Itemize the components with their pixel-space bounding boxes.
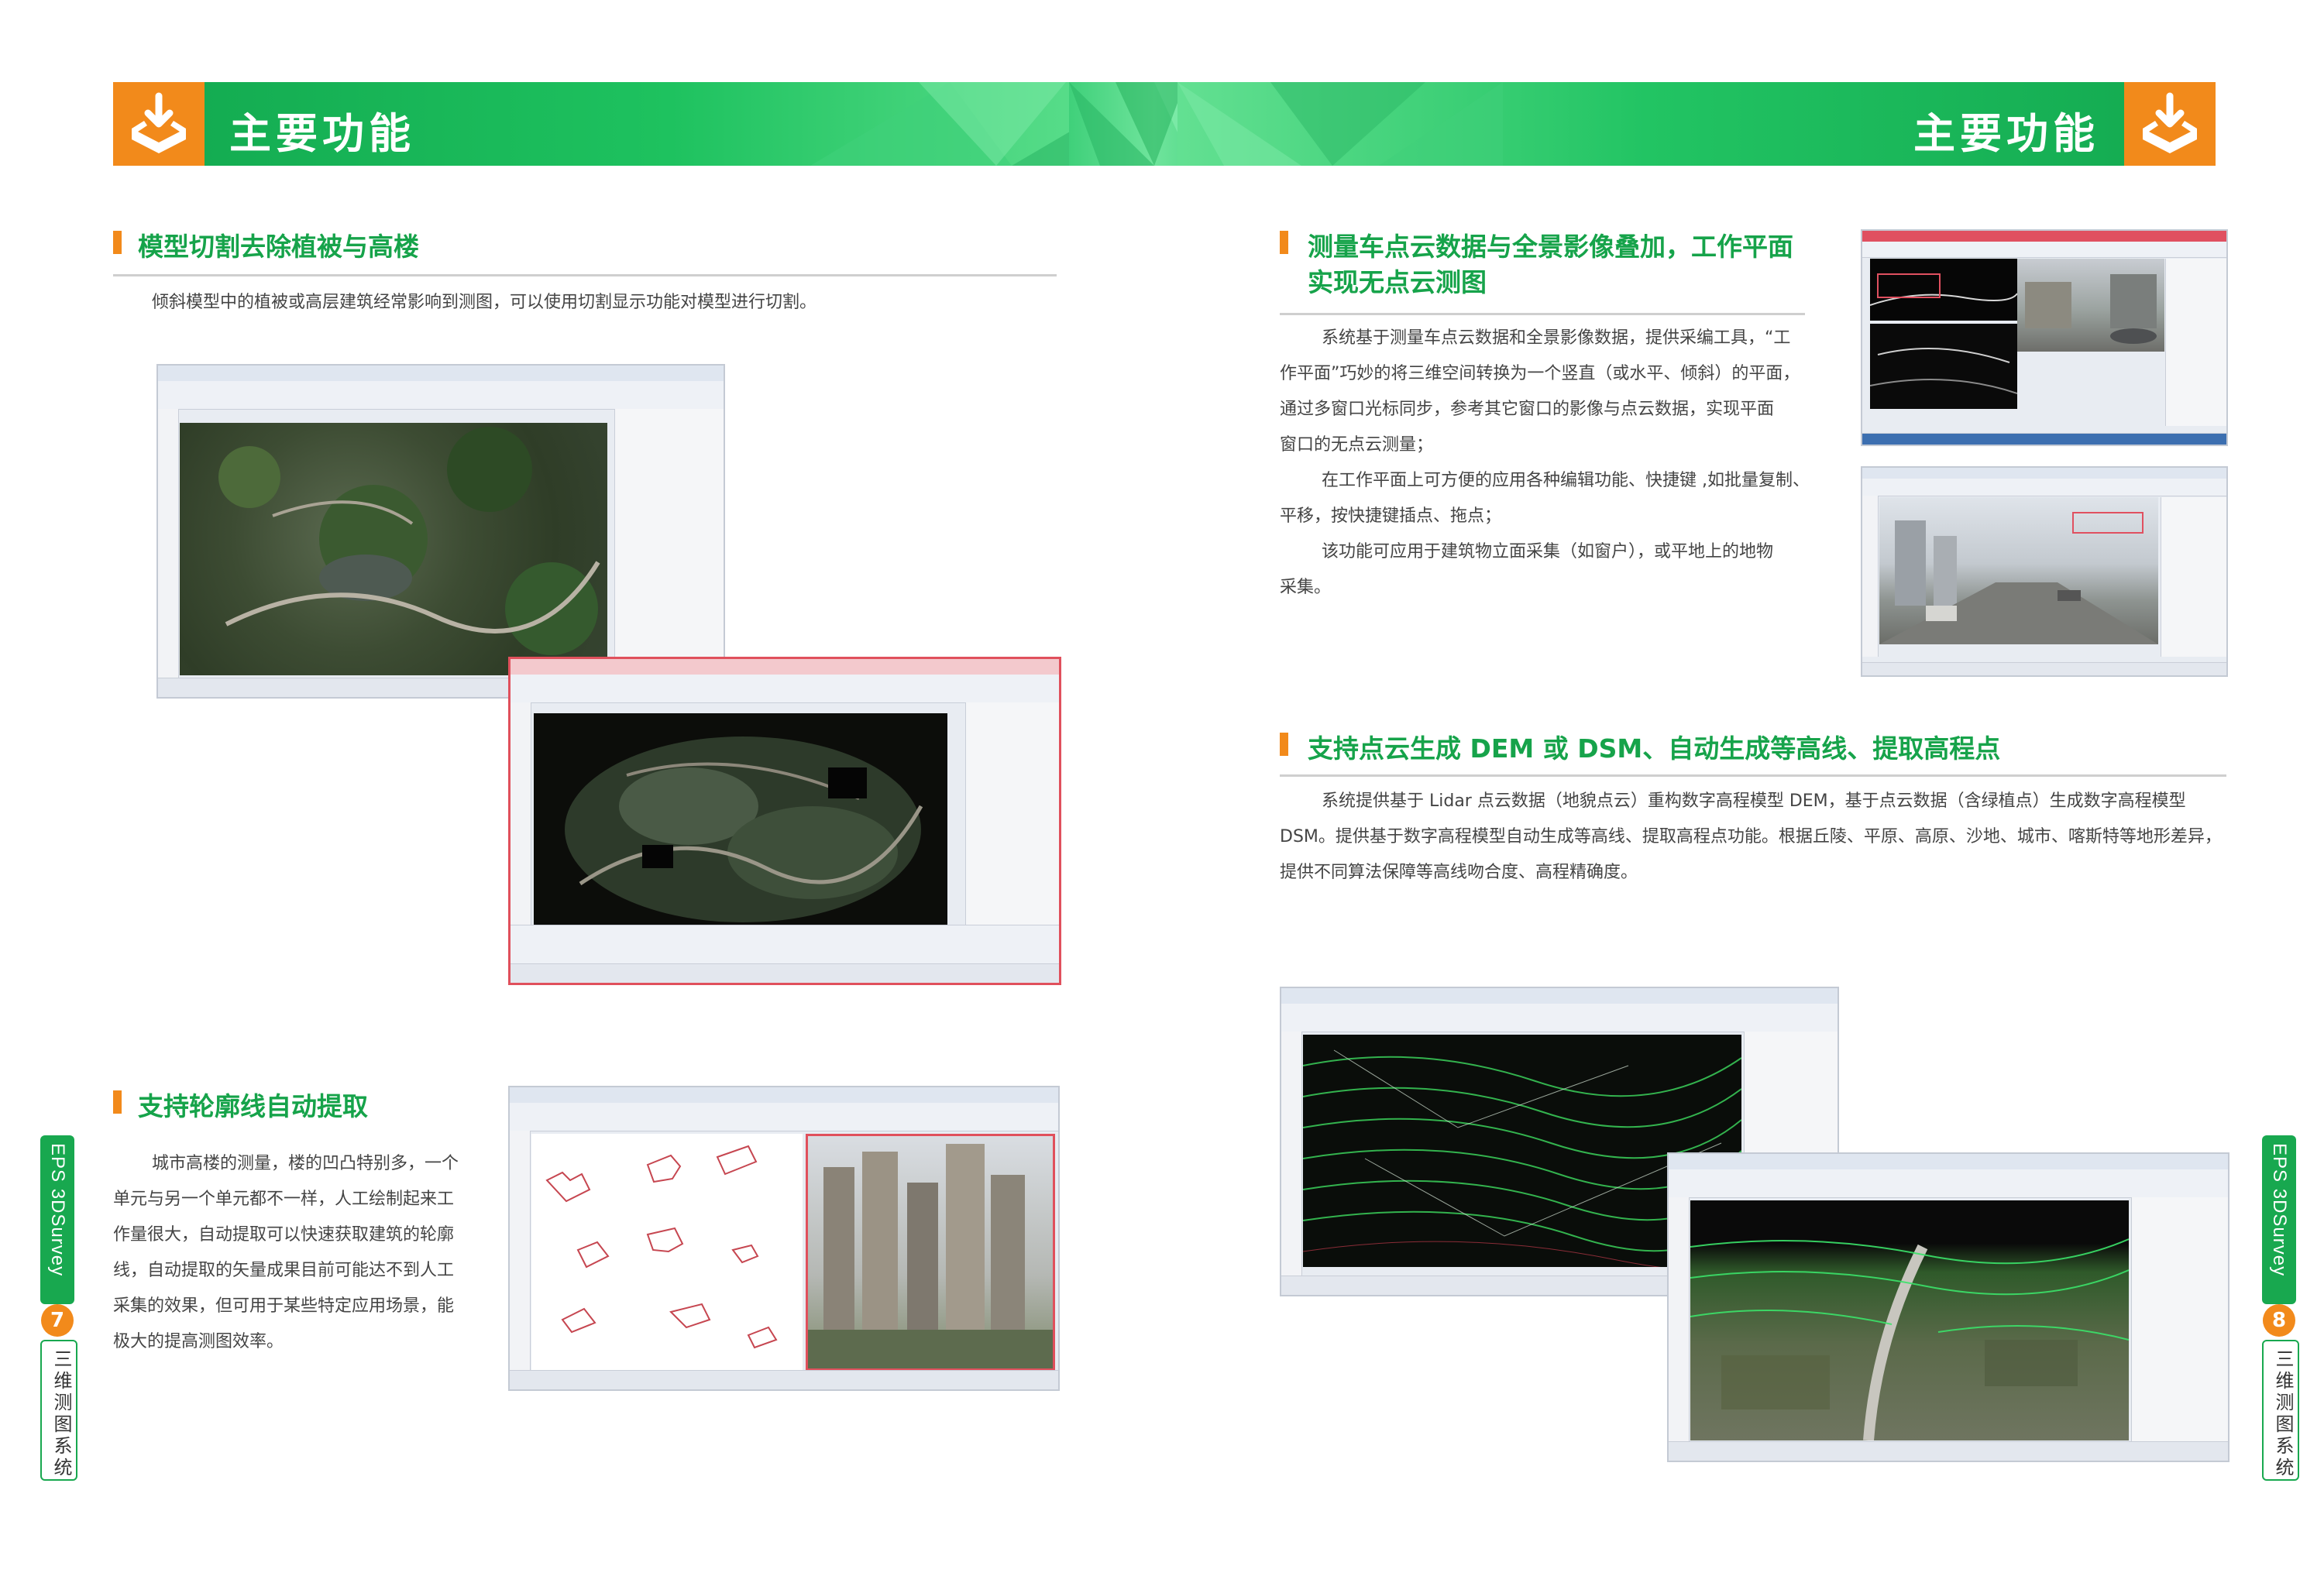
text-line: 在工作平面上可方便的应用各种编辑功能、快捷键 ,如批量复制、 xyxy=(1322,471,1810,490)
section-title-outline-extract: 支持轮廓线自动提取 xyxy=(138,1091,368,1121)
street-view xyxy=(1879,497,2158,644)
header-title-right: 主要功能 xyxy=(1913,109,2099,158)
section-title-model-cut: 模型切割去除植被与高楼 xyxy=(138,232,419,262)
text-line: 该功能可应用于建筑物立面采集（如窗户），或平地上的地物 xyxy=(1322,542,1774,561)
section-divider xyxy=(1280,774,2226,777)
screenshot-point-cloud-panorama xyxy=(1861,229,2228,446)
panorama-view xyxy=(2017,259,2164,352)
text-line: 线，自动提取的矢量成果目前可能达不到人工 xyxy=(113,1261,455,1280)
section-marker xyxy=(113,1090,122,1114)
text-line: 平移，按快捷键插点、拖点； xyxy=(1280,506,1502,526)
point-cloud-view xyxy=(1869,259,2018,321)
text-line: 极大的提高测图效率。 xyxy=(113,1332,284,1351)
section-divider xyxy=(1280,313,1805,315)
side-tab-left: EPS 3DSurvey xyxy=(40,1135,74,1304)
side-tab-subtitle-left: 三维测图系统 xyxy=(40,1340,77,1481)
side-tab-subtitle: 三维测图系统 xyxy=(2272,1349,2294,1479)
text-line: 提供不同算法保障等高线吻合度、高程精确度。 xyxy=(1280,863,1638,882)
text-line: DSM。提供基于数字高程模型自动生成等高线、提取高程点功能。根据丘陵、平原、高原… xyxy=(1280,827,2222,846)
map-viewport xyxy=(180,423,607,675)
point-cloud-view-2 xyxy=(1869,324,2018,409)
page-number-left: 7 xyxy=(41,1304,74,1337)
screenshot-outline-extract xyxy=(508,1086,1060,1391)
text-line: 采集的效果，但可用于某些特定应用场景，能 xyxy=(113,1296,455,1316)
banner-decoration xyxy=(1177,82,1503,166)
side-tab-subtitle: 三维测图系统 xyxy=(50,1349,72,1479)
section-text-point-cloud: 系统基于测量车点云数据和全景影像数据，提供采编工具，“工 作平面”巧妙的将三维空… xyxy=(1280,321,1822,606)
section-title-dem-dsm: 支持点云生成 DEM 或 DSM、自动生成等高线、提取高程点 xyxy=(1308,733,2001,764)
text-line: 作量很大，自动提取可以快速获取建筑的轮廓 xyxy=(113,1225,455,1245)
section-marker xyxy=(1280,733,1288,756)
header-title-left: 主要功能 xyxy=(229,109,415,158)
side-tab-right: EPS 3DSurvey xyxy=(2262,1135,2296,1304)
text-line: 系统提供基于 Lidar 点云数据（地貌点云）重构数字高程模型 DEM，基于点云… xyxy=(1322,791,2186,811)
text-line: 窗口的无点云测量； xyxy=(1280,435,1434,455)
text-line: 通过多窗口光标同步，参考其它窗口的影像与点云数据，实现平面 xyxy=(1280,400,1775,419)
text-line: 单元与另一个单元都不一样，人工绘制起来工 xyxy=(113,1190,455,1209)
section-marker xyxy=(1280,231,1288,254)
header-banner-left: 主要功能 xyxy=(113,82,1128,166)
side-tab-brand: EPS 3DSurvey xyxy=(2269,1143,2290,1277)
text-line: 采集。 xyxy=(1280,578,1332,597)
section-text-outline-extract: 城市高楼的测量，楼的凹凸特别多，一个 单元与另一个单元都不一样，人工绘制起来工 … xyxy=(113,1146,485,1360)
map-viewport xyxy=(534,713,947,938)
header-banner-right: 主要功能 xyxy=(1177,82,2216,166)
vector-viewport xyxy=(531,1134,803,1371)
screenshot-work-plane-street xyxy=(1861,466,2228,677)
dsm-viewport xyxy=(1690,1200,2130,1441)
section-text-model-cut: 倾斜模型中的植被或高层建筑经常影响到测图，可以使用切割显示功能对模型进行切割。 xyxy=(152,293,817,312)
text-line: 城市高楼的测量，楼的凹凸特别多，一个 xyxy=(152,1154,459,1173)
section-text-dem-dsm: 系统提供基于 Lidar 点云数据（地貌点云）重构数字高程模型 DEM，基于点云… xyxy=(1280,784,2226,891)
building-model-view xyxy=(806,1134,1055,1371)
screenshot-model-cut-after xyxy=(508,657,1061,985)
side-tab-subtitle-right: 三维测图系统 xyxy=(2262,1340,2299,1481)
page-number-right: 8 xyxy=(2263,1304,2295,1337)
side-tab-brand: EPS 3DSurvey xyxy=(47,1143,68,1277)
section-divider xyxy=(113,274,1057,276)
screenshot-dsm-terrain xyxy=(1667,1152,2229,1462)
text-line: 作平面”巧妙的将三维空间转换为一个竖直（或水平、倾斜）的平面， xyxy=(1280,364,1800,383)
section-title-point-cloud-2: 实现无点云测图 xyxy=(1308,267,1487,297)
download-tray-icon xyxy=(2124,82,2216,166)
text-line: 系统基于测量车点云数据和全景影像数据，提供采编工具，“工 xyxy=(1322,328,1791,348)
section-marker xyxy=(113,231,122,254)
section-title-point-cloud: 测量车点云数据与全景影像叠加，工作平面 xyxy=(1308,232,1793,262)
download-tray-icon xyxy=(113,82,205,166)
screenshot-model-cut-before xyxy=(156,364,725,699)
